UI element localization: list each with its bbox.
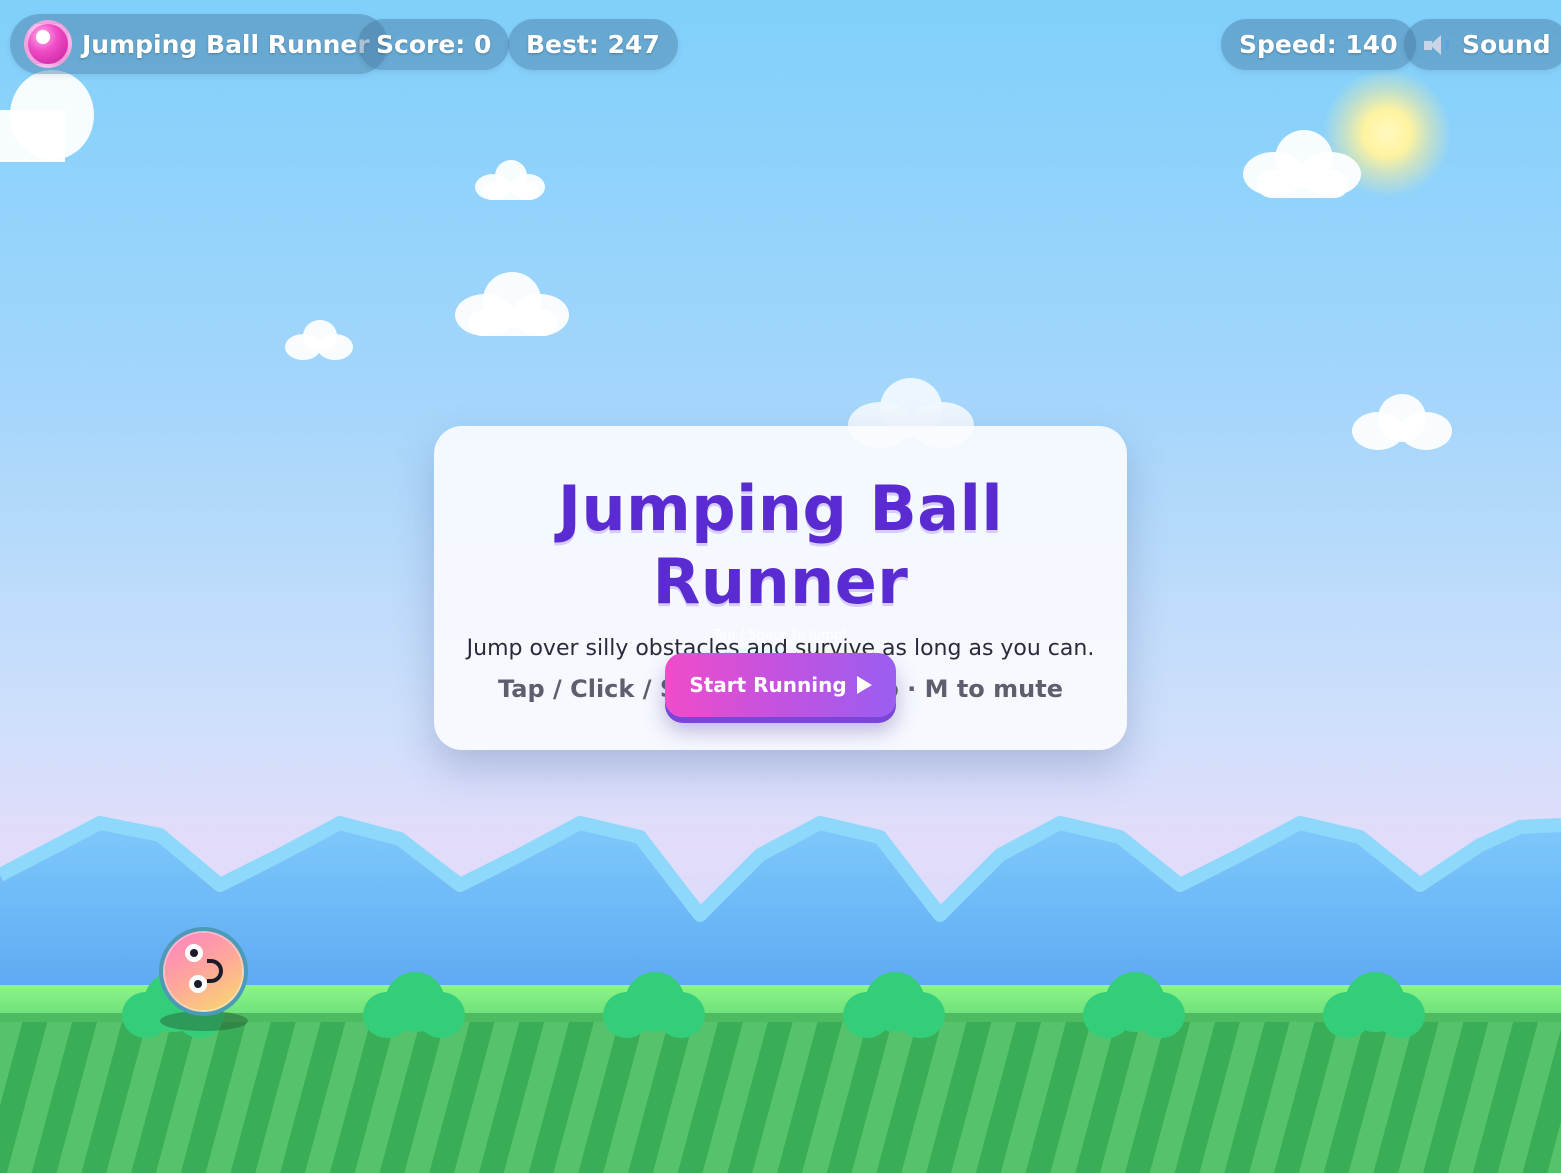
bush (603, 972, 713, 1038)
player-ball (159, 927, 248, 1016)
bush (1083, 972, 1193, 1038)
cloud (1352, 394, 1452, 450)
speaker-icon (1424, 34, 1452, 56)
score-display: Score: 0 (358, 19, 510, 70)
start-running-button[interactable]: Start Running (665, 653, 896, 717)
bush (1323, 972, 1433, 1038)
sound-label: Sound (1462, 30, 1551, 59)
bush (363, 972, 473, 1038)
start-dialog: Jumping Ball Runner Jump over silly obst… (434, 426, 1127, 750)
cloud (285, 320, 353, 360)
bush (843, 972, 953, 1038)
cloud (455, 272, 571, 338)
cloud (475, 160, 547, 202)
best-score-display: Best: 247 (508, 19, 678, 70)
speed-display: Speed: 140 (1221, 19, 1416, 70)
score-label: Score: 0 (376, 30, 492, 59)
start-button-label: Start Running (689, 673, 847, 697)
speed-label: Speed: 140 (1239, 30, 1398, 59)
best-label: Best: 247 (526, 30, 660, 59)
player-eye (185, 944, 203, 962)
pink-ball-icon (24, 20, 72, 68)
cloud (0, 70, 94, 164)
jump-hint: Tap / Space to Jump! (713, 628, 848, 643)
sound-toggle-button[interactable]: Sound (1404, 19, 1561, 70)
player-eye (189, 975, 207, 993)
play-icon (856, 676, 872, 694)
game-title: Jumping Ball Runner (82, 29, 370, 59)
dialog-title: Jumping Ball Runner (557, 472, 1004, 618)
player-mouth (207, 959, 223, 983)
cloud (1243, 130, 1361, 198)
game-title-badge: Jumping Ball Runner (10, 14, 388, 74)
